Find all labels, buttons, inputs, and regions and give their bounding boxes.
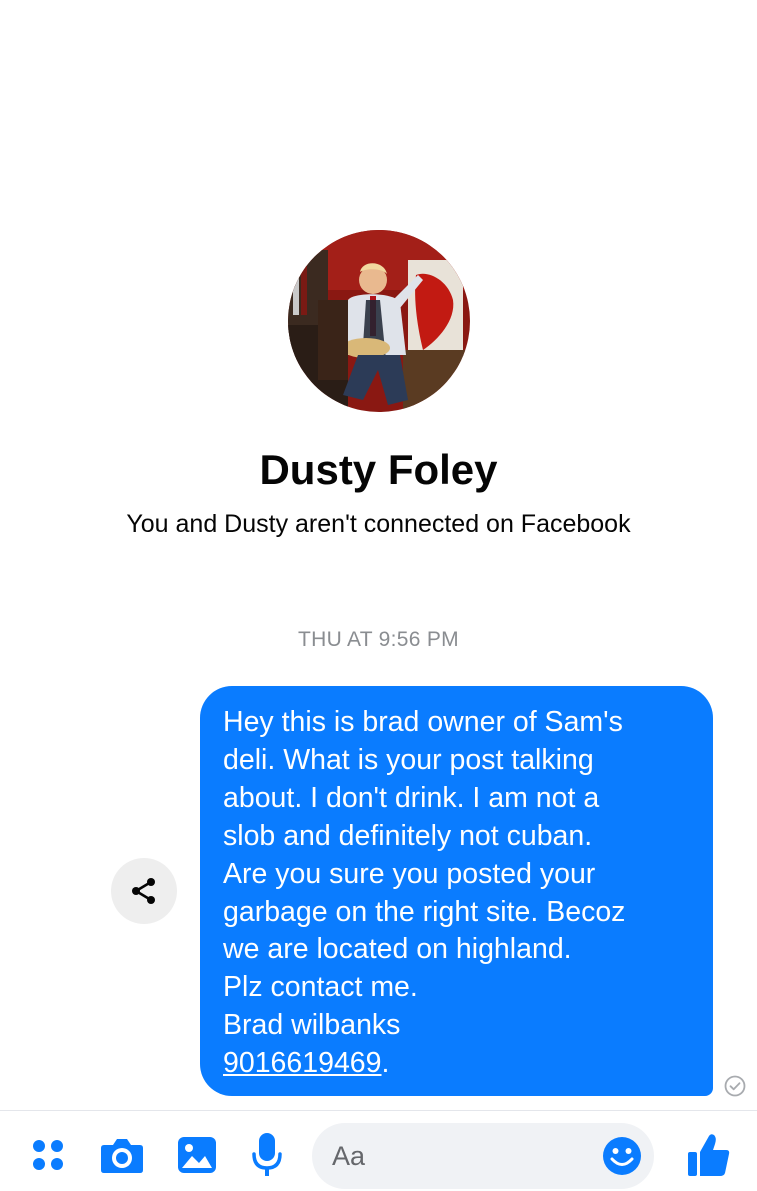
voice-message-button[interactable]: [250, 1131, 284, 1179]
message-line: deli. What is your post talking: [223, 743, 594, 776]
more-icon: [33, 1140, 63, 1170]
message-line: slob and definitely not cuban.: [223, 819, 593, 852]
message-line: we are located on highland.: [223, 933, 572, 966]
camera-icon: [101, 1139, 143, 1173]
more-actions-button[interactable]: [28, 1135, 68, 1175]
camera-button[interactable]: [100, 1135, 144, 1175]
sent-status-icon: [724, 1075, 746, 1097]
message-input-field[interactable]: [312, 1123, 654, 1189]
connection-note: You and Dusty aren't connected on Facebo…: [126, 510, 631, 538]
message-line: Brad wilbanks: [223, 1009, 401, 1042]
gallery-button[interactable]: [176, 1135, 218, 1175]
message-line: Are you sure you posted your: [223, 857, 596, 890]
message-line: Plz contact me.: [223, 971, 418, 1004]
share-button[interactable]: [111, 858, 177, 924]
profile-name: Dusty Foley: [259, 446, 498, 493]
phone-suffix: .: [381, 1047, 390, 1080]
microphone-icon: [252, 1133, 282, 1176]
phone-number-link[interactable]: 9016619469: [223, 1047, 382, 1079]
sent-message-bubble[interactable]: Hey this is brad owner of Sam's deli. Wh…: [200, 686, 713, 1096]
share-icon: [132, 878, 155, 904]
avatar-image: [288, 230, 470, 412]
gallery-icon: [178, 1137, 216, 1173]
message-line: Hey this is brad owner of Sam's: [223, 706, 623, 738]
message-composer: [0, 1111, 757, 1191]
message-timestamp: THU AT 9:56 PM: [298, 628, 459, 651]
message-phone-line: 9016619469.: [223, 1045, 691, 1083]
emoji-icon: [603, 1137, 641, 1175]
message-line: about. I don't drink. I am not a: [223, 781, 600, 814]
profile-avatar[interactable]: [288, 230, 470, 412]
emoji-button[interactable]: [602, 1136, 642, 1176]
thumbs-up-icon: [688, 1134, 730, 1176]
like-button[interactable]: [686, 1131, 732, 1179]
message-line: garbage on the right site. Becoz: [223, 895, 626, 928]
messenger-conversation: Dusty Foley You and Dusty aren't connect…: [0, 0, 757, 1191]
message-input[interactable]: [332, 1123, 592, 1189]
